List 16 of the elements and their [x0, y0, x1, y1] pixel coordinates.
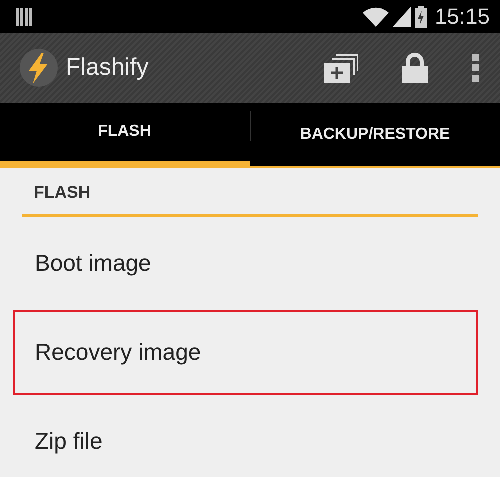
notification-icon: [16, 8, 33, 26]
add-window-icon[interactable]: [324, 53, 358, 83]
tab[interactable]: FLASH: [0, 103, 250, 168]
app-logo-icon: [20, 49, 58, 87]
tab[interactable]: BACKUP/RESTORE: [250, 103, 500, 166]
list-item[interactable]: Recovery image: [13, 310, 478, 394]
wifi-icon: [362, 6, 389, 26]
list-item[interactable]: Boot image: [13, 220, 478, 306]
list-item[interactable]: Zip file: [13, 398, 478, 477]
section-header: FLASH: [22, 168, 478, 216]
signal-icon: [392, 6, 411, 26]
app-title: Flashify: [66, 53, 149, 83]
lock-icon[interactable]: [402, 53, 428, 83]
clock-time: 15:15: [434, 3, 490, 31]
overflow-menu-icon[interactable]: [472, 54, 480, 82]
battery-icon: [414, 6, 427, 28]
